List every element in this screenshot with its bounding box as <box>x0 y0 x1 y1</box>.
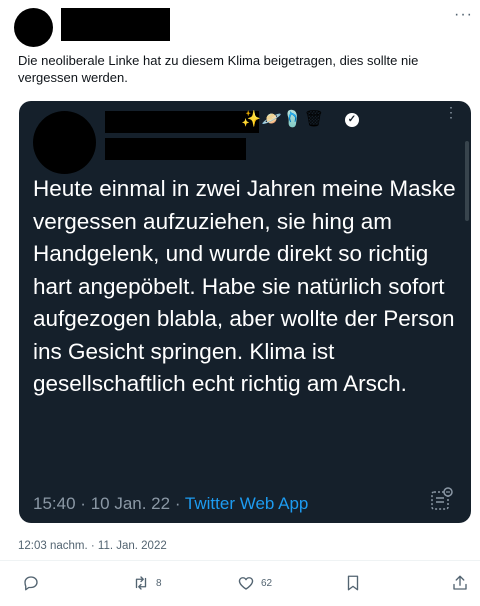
quoted-time: 15:40 <box>33 494 76 513</box>
bookmark-icon <box>347 575 359 591</box>
quoted-avatar <box>33 111 96 174</box>
tweet-timestamp[interactable]: 12:03 nachm. · 11. Jan. 2022 <box>18 540 167 552</box>
share-button[interactable] <box>451 574 469 592</box>
meta-separator: · <box>80 494 86 513</box>
retweet-button[interactable]: 8 <box>132 574 162 592</box>
notes-icon <box>431 487 453 510</box>
quoted-text: Heute einmal in zwei Jahren meine Maske … <box>33 176 456 396</box>
share-icon <box>453 575 467 590</box>
quoted-name-redacted <box>105 111 259 133</box>
author-name-redacted <box>61 8 170 41</box>
like-button[interactable]: 62 <box>237 574 272 592</box>
quoted-screenshot: ✨🪐🩴🗑 ✓ ⋮ Heute einmal in zwei Jahren mei… <box>19 101 471 523</box>
verified-icon: ✓ <box>345 113 359 127</box>
more-icon[interactable]: ··· <box>454 6 473 24</box>
retweet-count: 8 <box>156 577 162 589</box>
reply-icon <box>24 576 38 591</box>
quoted-handle-redacted <box>105 138 246 160</box>
like-count: 62 <box>261 577 273 589</box>
retweet-icon <box>135 576 147 590</box>
meta-separator: · <box>174 494 181 513</box>
action-bar: 8 62 <box>0 574 480 596</box>
bookmark-button[interactable] <box>344 574 362 592</box>
like-icon <box>238 577 254 590</box>
reply-button[interactable] <box>22 574 46 592</box>
author-avatar[interactable] <box>14 8 53 47</box>
tweet-text: Die neoliberale Linke hat zu diesem Klim… <box>18 53 419 85</box>
quoted-meta: 15:40 · 10 Jan. 22 · Twitter Web App <box>33 494 308 514</box>
scrollbar <box>465 141 469 221</box>
quoted-more-icon: ⋮ <box>444 104 458 120</box>
quoted-app: Twitter Web App <box>184 494 309 513</box>
divider <box>0 560 480 561</box>
quoted-date: 10 Jan. 22 <box>90 494 171 513</box>
name-emojis: ✨🪐🩴🗑 <box>241 111 326 128</box>
